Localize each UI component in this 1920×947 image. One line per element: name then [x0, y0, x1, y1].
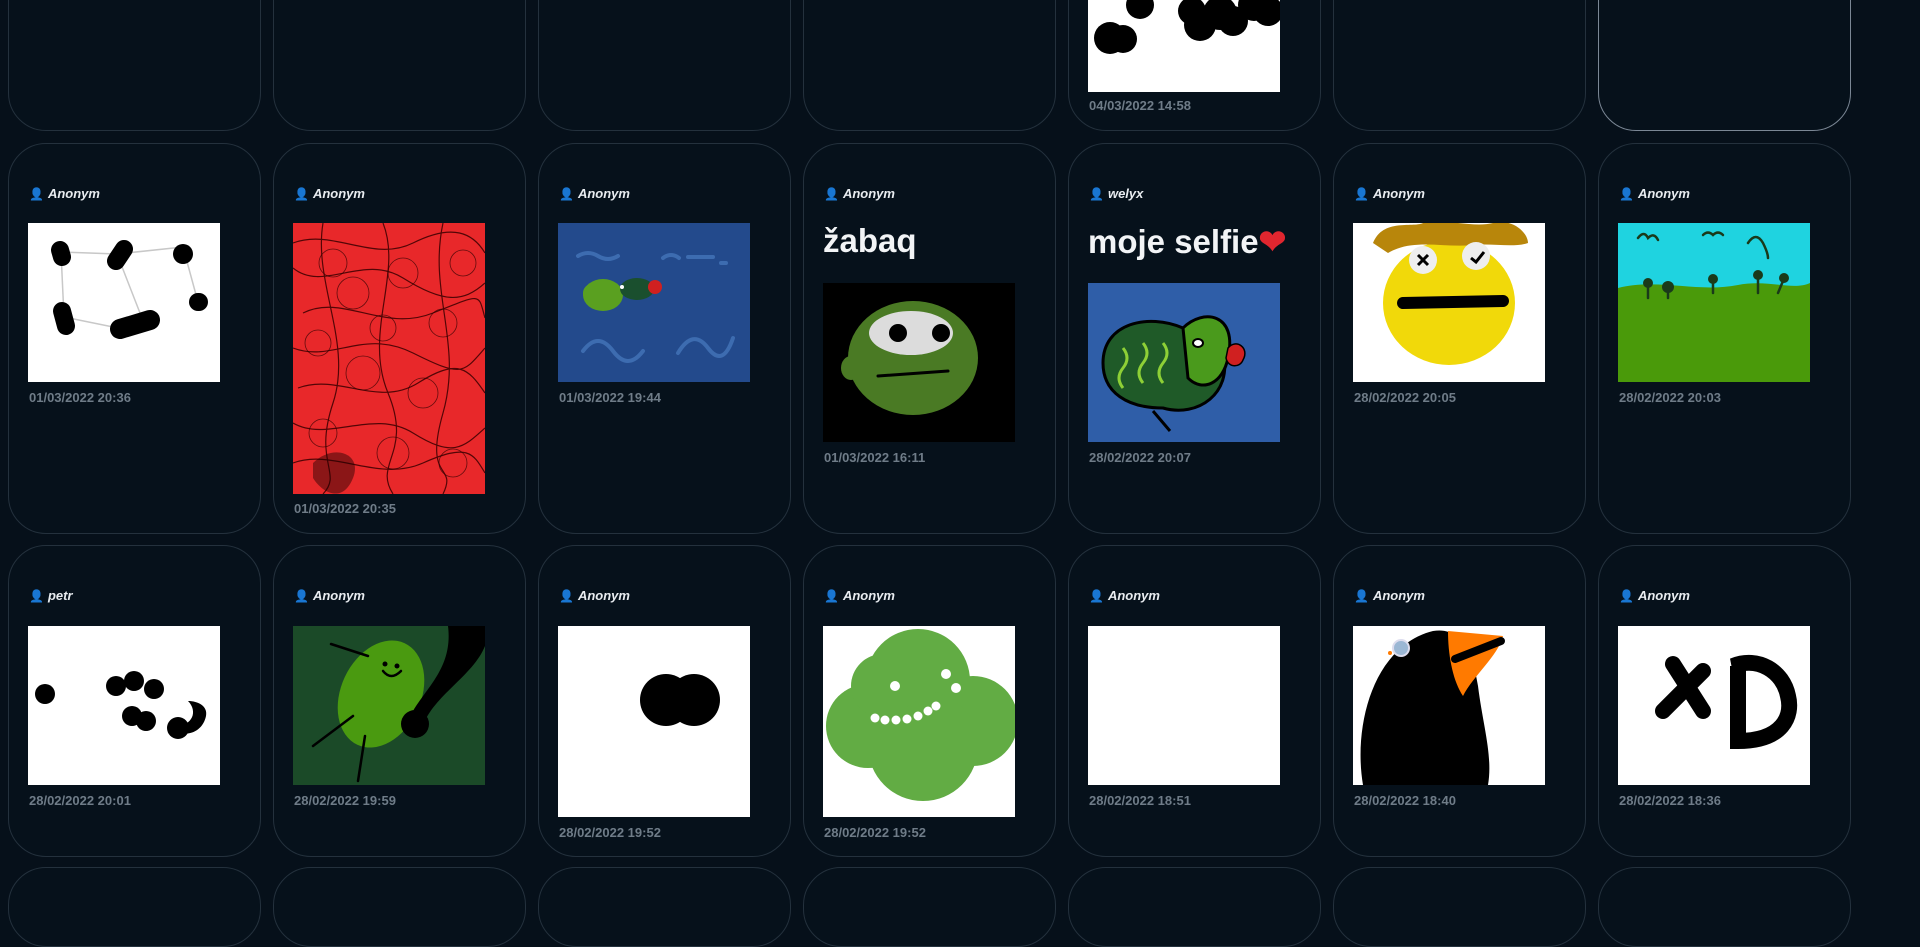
- drawing-card[interactable]: 👤 Anonym 28/02/2022 18:36: [1598, 545, 1851, 857]
- drawing-date: 28/02/2022 18:51: [1089, 793, 1191, 808]
- drawing-card[interactable]: 👤 Anonym 28/02/2022 19:59: [273, 545, 526, 857]
- user-icon: 👤: [824, 588, 839, 603]
- drawing-card[interactable]: [1333, 867, 1586, 947]
- drawing-thumbnail[interactable]: [293, 626, 485, 785]
- drawing-thumbnail[interactable]: [558, 626, 750, 817]
- drawing-date: 28/02/2022 18:36: [1619, 793, 1721, 808]
- drawing-date: 01/03/2022 19:44: [559, 390, 661, 405]
- user-icon: 👤: [824, 186, 839, 201]
- drawing-thumbnail[interactable]: [558, 223, 750, 382]
- author-label: 👤 welyx: [1089, 186, 1144, 201]
- drawing-thumbnail[interactable]: [28, 626, 220, 785]
- drawing-card[interactable]: [1333, 0, 1586, 131]
- user-icon: 👤: [1089, 186, 1104, 201]
- drawing-date: 28/02/2022 19:52: [559, 825, 661, 840]
- drawing-card[interactable]: [538, 867, 791, 947]
- drawing-card[interactable]: 👤 Anonym 01/03/2022 20:35: [273, 143, 526, 534]
- drawing-card[interactable]: 👤 Anonym 01/03/2022 20:36: [8, 143, 261, 534]
- author-label: 👤 Anonym: [1619, 588, 1690, 603]
- user-icon: 👤: [559, 186, 574, 201]
- drawing-card[interactable]: 04/03/2022 14:58: [1068, 0, 1321, 131]
- drawing-card[interactable]: [803, 0, 1056, 131]
- drawing-thumbnail[interactable]: [28, 223, 220, 382]
- user-icon: 👤: [29, 186, 44, 201]
- drawing-title: žabaq: [823, 222, 917, 259]
- user-icon: 👤: [559, 588, 574, 603]
- drawing-card[interactable]: [273, 0, 526, 131]
- user-icon: 👤: [1619, 186, 1634, 201]
- drawing-card[interactable]: [803, 867, 1056, 947]
- drawing-card-selected[interactable]: [1598, 0, 1851, 131]
- drawing-card[interactable]: [8, 867, 261, 947]
- heart-icon: ❤: [1258, 223, 1287, 260]
- drawing-thumbnail[interactable]: [1618, 223, 1810, 382]
- drawing-thumbnail[interactable]: [1088, 626, 1280, 785]
- author-label: 👤 Anonym: [824, 186, 895, 201]
- drawing-date: 28/02/2022 18:40: [1354, 793, 1456, 808]
- drawing-thumbnail[interactable]: [1353, 223, 1545, 382]
- drawing-title: moje selfie❤: [1088, 223, 1287, 260]
- drawing-card[interactable]: 👤 Anonym 28/02/2022 19:52: [538, 545, 791, 857]
- drawing-date: 28/02/2022 19:52: [824, 825, 926, 840]
- drawing-date: 28/02/2022 20:07: [1089, 450, 1191, 465]
- drawing-card[interactable]: 👤 Anonym 28/02/2022 18:40: [1333, 545, 1586, 857]
- drawing-date: 28/02/2022 19:59: [294, 793, 396, 808]
- user-icon: 👤: [294, 588, 309, 603]
- user-icon: 👤: [29, 588, 44, 603]
- user-icon: 👤: [294, 186, 309, 201]
- author-label: 👤 Anonym: [294, 186, 365, 201]
- author-label: 👤 Anonym: [1089, 588, 1160, 603]
- author-label: 👤 Anonym: [1354, 186, 1425, 201]
- user-icon: 👤: [1089, 588, 1104, 603]
- drawing-date: 01/03/2022 20:36: [29, 390, 131, 405]
- user-icon: 👤: [1354, 186, 1369, 201]
- drawing-card[interactable]: 👤 petr 28/02/2022 20:01: [8, 545, 261, 857]
- drawing-date: 28/02/2022 20:01: [29, 793, 131, 808]
- drawing-thumbnail[interactable]: [1088, 0, 1280, 92]
- drawing-date: 04/03/2022 14:58: [1089, 98, 1191, 113]
- user-icon: 👤: [1354, 588, 1369, 603]
- author-label: 👤 Anonym: [1354, 588, 1425, 603]
- author-label: 👤 Anonym: [29, 186, 100, 201]
- drawing-thumbnail[interactable]: [293, 223, 485, 494]
- drawing-thumbnail[interactable]: [823, 626, 1015, 817]
- drawing-thumbnail[interactable]: [823, 283, 1015, 442]
- author-label: 👤 Anonym: [1619, 186, 1690, 201]
- drawing-date: 28/02/2022 20:05: [1354, 390, 1456, 405]
- drawing-date: 01/03/2022 20:35: [294, 501, 396, 516]
- drawing-card[interactable]: 👤 welyx moje selfie❤ 28/02/2022 20:07: [1068, 143, 1321, 534]
- drawing-date: 28/02/2022 20:03: [1619, 390, 1721, 405]
- drawing-card[interactable]: [273, 867, 526, 947]
- user-icon: 👤: [1619, 588, 1634, 603]
- drawing-card[interactable]: [1598, 867, 1851, 947]
- drawing-card[interactable]: [1068, 867, 1321, 947]
- drawing-card[interactable]: [8, 0, 261, 131]
- drawing-card[interactable]: 👤 Anonym žabaq 01/03/2022 16:11: [803, 143, 1056, 534]
- drawing-card[interactable]: 👤 Anonym 28/02/2022 20:03: [1598, 143, 1851, 534]
- drawing-card[interactable]: 👤 Anonym 28/02/2022 20:05: [1333, 143, 1586, 534]
- drawing-thumbnail[interactable]: [1088, 283, 1280, 442]
- author-label: 👤 Anonym: [824, 588, 895, 603]
- drawing-thumbnail[interactable]: [1618, 626, 1810, 785]
- drawing-card[interactable]: 👤 Anonym 28/02/2022 18:51: [1068, 545, 1321, 857]
- drawing-date: 01/03/2022 16:11: [824, 450, 926, 465]
- drawing-card[interactable]: [538, 0, 791, 131]
- author-label: 👤 Anonym: [559, 186, 630, 201]
- drawing-thumbnail[interactable]: [1353, 626, 1545, 785]
- author-label: 👤 Anonym: [294, 588, 365, 603]
- author-label: 👤 petr: [29, 588, 73, 603]
- drawing-card[interactable]: 👤 Anonym 01/03/2022 19:44: [538, 143, 791, 534]
- drawing-card[interactable]: 👤 Anonym 28/02/2022 19:52: [803, 545, 1056, 857]
- author-label: 👤 Anonym: [559, 588, 630, 603]
